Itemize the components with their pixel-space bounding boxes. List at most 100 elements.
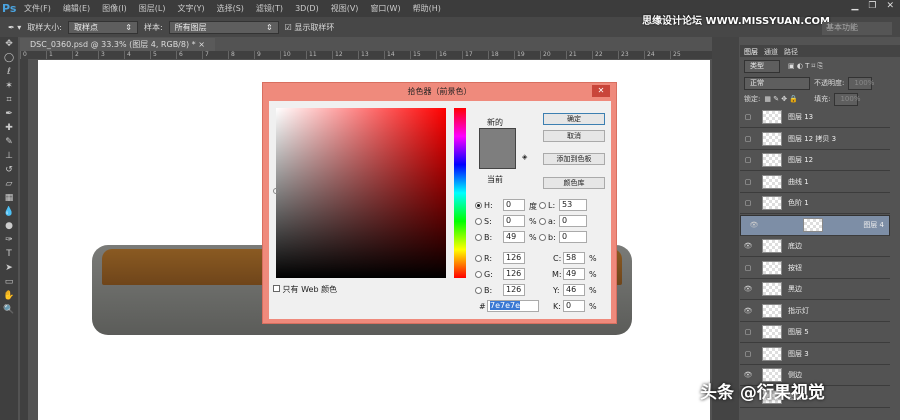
cancel-button[interactable]: 取消 [543, 130, 605, 142]
menu-view[interactable]: 视图(V) [331, 3, 359, 14]
show-ring-checkbox[interactable]: ☑ 显示取样环 [285, 22, 335, 33]
path-select-icon[interactable]: ➤ [0, 261, 18, 275]
layer-row[interactable]: 👁 底边 [740, 236, 890, 257]
layer-row[interactable]: ▢ 图层 3 [740, 344, 890, 365]
menu-layer[interactable]: 图层(L) [139, 3, 166, 14]
layer-row[interactable]: 👁 图层 4 [740, 214, 890, 236]
menu-select[interactable]: 选择(S) [217, 3, 244, 14]
close-icon[interactable]: ✕ [886, 1, 894, 11]
healing-tool-icon[interactable]: ✚ [0, 121, 18, 135]
eye-icon[interactable]: 👁 [746, 221, 762, 229]
hue-slider[interactable] [454, 108, 466, 278]
color-field-cursor[interactable] [273, 188, 279, 194]
tab-layers[interactable]: 图层 [744, 47, 758, 56]
hidden-toggle[interactable]: ▢ [740, 328, 756, 336]
h-input[interactable]: 0 [503, 199, 525, 211]
a-radio[interactable]: a: [539, 217, 556, 226]
lasso-tool-icon[interactable]: ℓ [0, 65, 18, 79]
c-input[interactable]: 58 [563, 252, 585, 264]
b-radio[interactable]: B: [475, 233, 492, 242]
tab-channels[interactable]: 通道 [764, 47, 778, 56]
h-radio[interactable]: H: [475, 201, 493, 210]
layer-row[interactable]: ▢ 曲线 1 [740, 172, 890, 193]
dodge-tool-icon[interactable]: ● [0, 219, 18, 233]
g-input[interactable]: 126 [503, 268, 525, 280]
eraser-tool-icon[interactable]: ▱ [0, 177, 18, 191]
layer-row[interactable]: 👁 黑边 [740, 279, 890, 300]
eyedropper-tool-icon[interactable]: ✒ [0, 107, 18, 121]
shape-tool-icon[interactable]: ▭ [0, 275, 18, 289]
menu-edit[interactable]: 编辑(E) [63, 3, 90, 14]
menu-type[interactable]: 文字(Y) [177, 3, 204, 14]
menu-filter[interactable]: 滤镜(T) [256, 3, 283, 14]
web-only-checkbox[interactable]: 只有 Web 颜色 [273, 284, 337, 295]
blend-mode-select[interactable]: 正常 [744, 76, 810, 90]
hidden-toggle[interactable]: ▢ [740, 350, 756, 358]
s-radio[interactable]: S: [475, 217, 492, 226]
hidden-toggle[interactable]: ▢ [740, 199, 756, 207]
color-libraries-button[interactable]: 颜色库 [543, 177, 605, 189]
blue-input[interactable]: 126 [503, 284, 525, 296]
hex-input[interactable]: 7e7e7e [487, 300, 539, 312]
sample-size-select[interactable]: 取样点 ⇕ [67, 20, 138, 34]
layer-row[interactable]: ▢ 图层 13 [740, 107, 890, 128]
gradient-tool-icon[interactable]: ▦ [0, 191, 18, 205]
marquee-tool-icon[interactable]: ◯ [0, 51, 18, 65]
lab-b-radio[interactable]: b: [539, 233, 556, 242]
menu-window[interactable]: 窗口(W) [370, 3, 400, 14]
fill-input[interactable]: 100% [834, 92, 860, 106]
history-brush-icon[interactable]: ↺ [0, 163, 18, 177]
menu-help[interactable]: 帮助(H) [413, 3, 441, 14]
l-input[interactable]: 53 [559, 199, 587, 211]
zoom-tool-icon[interactable]: 🔍 [0, 303, 18, 317]
a-input[interactable]: 0 [559, 215, 587, 227]
brush-tool-icon[interactable]: ✎ [0, 135, 18, 149]
color-field[interactable] [273, 108, 446, 278]
opacity-input[interactable]: 100% [848, 76, 874, 90]
filter-select[interactable]: 类型 [744, 59, 780, 73]
hidden-toggle[interactable]: ▢ [740, 156, 756, 164]
type-tool-icon[interactable]: T [0, 247, 18, 261]
hand-tool-icon[interactable]: ✋ [0, 289, 18, 303]
r-radio[interactable]: R: [475, 254, 492, 263]
s-input[interactable]: 0 [503, 215, 525, 227]
workspace-select[interactable]: 基本功能 [822, 22, 892, 35]
close-tab-icon[interactable]: × [198, 40, 205, 49]
b-input[interactable]: 49 [503, 231, 525, 243]
stamp-tool-icon[interactable]: ⊥ [0, 149, 18, 163]
hidden-toggle[interactable]: ▢ [740, 135, 756, 143]
eyedropper-icon[interactable]: ✒ ▾ [8, 23, 21, 32]
eye-icon[interactable]: 👁 [740, 242, 756, 250]
layer-row[interactable]: 👁 指示灯 [740, 301, 890, 322]
layer-row[interactable]: ▢ 色阶 1 [740, 193, 890, 214]
layer-row[interactable]: ▢ 图层 12 拷贝 3 [740, 129, 890, 150]
k-input[interactable]: 0 [563, 300, 585, 312]
hidden-toggle[interactable]: ▢ [740, 113, 756, 121]
ok-button[interactable]: 确定 [543, 113, 605, 125]
filter-icons[interactable]: ▣ ◐ T ⌑ ⎘ [788, 62, 823, 71]
r-input[interactable]: 126 [503, 252, 525, 264]
sample-select[interactable]: 所有图层 ⇕ [168, 20, 279, 34]
eye-icon[interactable]: 👁 [740, 285, 756, 293]
gamut-warning-icon[interactable]: ◈ [522, 153, 527, 161]
menu-file[interactable]: 文件(F) [24, 3, 51, 14]
restore-icon[interactable]: ❐ [868, 1, 876, 11]
l-radio[interactable]: L: [539, 201, 555, 210]
layer-row[interactable]: ▢ 图层 5 [740, 322, 890, 343]
layer-row[interactable]: ▢ 图层 12 [740, 150, 890, 171]
pen-tool-icon[interactable]: ✑ [0, 233, 18, 247]
tab-paths[interactable]: 路径 [784, 47, 798, 56]
lock-icons[interactable]: ▦ ✎ ✥ 🔒 [764, 95, 798, 103]
menu-3d[interactable]: 3D(D) [295, 4, 319, 13]
crop-tool-icon[interactable]: ⌗ [0, 93, 18, 107]
blue-radio[interactable]: B: [475, 286, 492, 295]
m-input[interactable]: 49 [563, 268, 585, 280]
minimize-icon[interactable]: ▁ [851, 1, 858, 11]
y-input[interactable]: 46 [563, 284, 585, 296]
document-tab[interactable]: DSC_0360.psd @ 33.3% (图层 4, RGB/8) * × [20, 38, 215, 51]
move-tool-icon[interactable]: ✥ [0, 37, 18, 51]
lab-b-input[interactable]: 0 [559, 231, 587, 243]
layer-row[interactable]: ▢ 按钮 [740, 258, 890, 279]
menu-image[interactable]: 图像(I) [102, 3, 127, 14]
blur-tool-icon[interactable]: 💧 [0, 205, 18, 219]
